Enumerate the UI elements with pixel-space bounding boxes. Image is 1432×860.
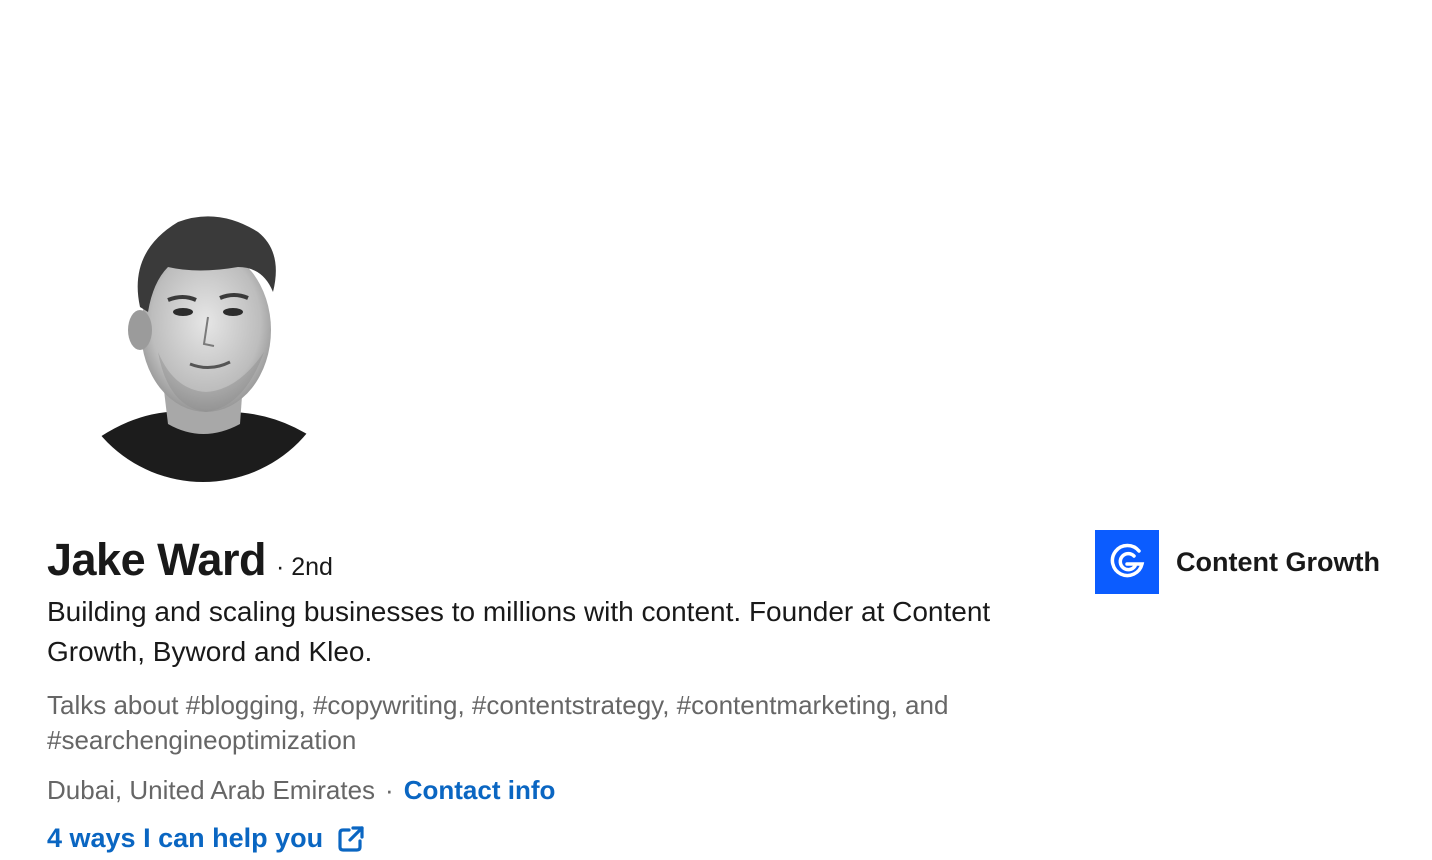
external-link-icon[interactable] xyxy=(337,825,365,853)
current-company[interactable]: Content Growth xyxy=(1095,530,1380,594)
contact-info-link[interactable]: Contact info xyxy=(404,773,556,807)
connection-degree: · 2nd xyxy=(275,553,333,581)
help-link-label[interactable]: 4 ways I can help you xyxy=(47,823,323,854)
profile-name: Jake Ward xyxy=(47,534,266,585)
location: Dubai, United Arab Emirates xyxy=(47,775,376,805)
profile-photo[interactable] xyxy=(68,212,338,482)
company-name[interactable]: Content Growth xyxy=(1176,547,1380,578)
help-link[interactable]: 4 ways I can help you xyxy=(47,823,365,854)
talks-about: Talks about #blogging, #copywriting, #co… xyxy=(47,690,949,755)
location-row: Dubai, United Arab Emirates · Contact in… xyxy=(47,773,555,807)
profile-headline: Building and scaling businesses to milli… xyxy=(47,596,991,667)
profile-name-row: Jake Ward · 2nd xyxy=(47,534,333,586)
separator: · xyxy=(385,775,394,805)
content-growth-logo[interactable] xyxy=(1095,530,1159,594)
